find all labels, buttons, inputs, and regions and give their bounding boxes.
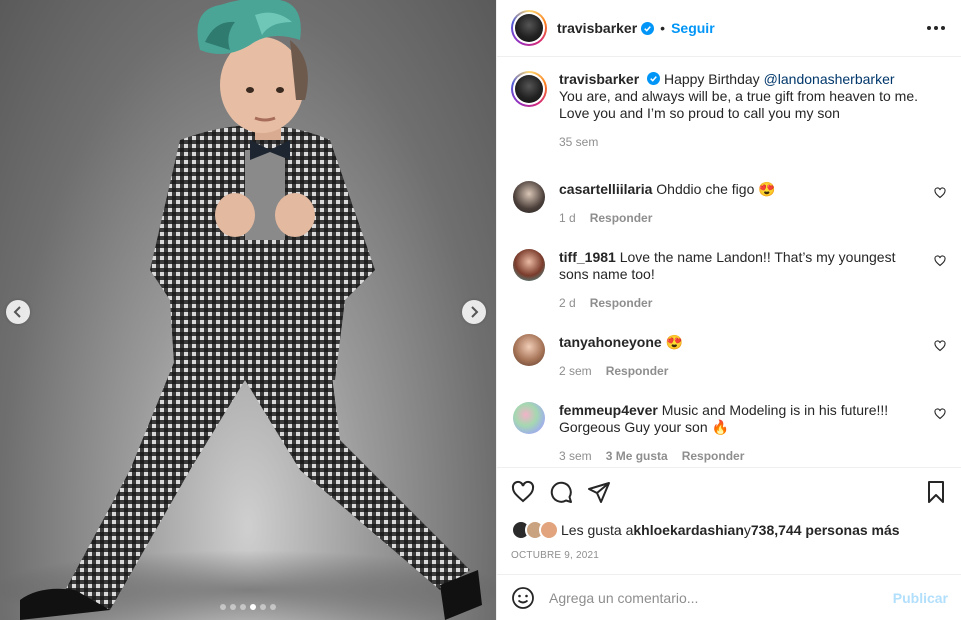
carousel-dot <box>230 604 236 610</box>
carousel-dot-active <box>250 604 256 610</box>
post-caption: travisbarker Happy Birthday @landonasher… <box>511 71 946 151</box>
post-date[interactable]: OCTUBRE 9, 2021 <box>511 550 948 561</box>
author-avatar[interactable] <box>511 10 547 46</box>
comment-likes[interactable]: 3 Me gusta <box>606 448 668 465</box>
follow-button[interactable]: Seguir <box>671 20 715 36</box>
comment-item: tiff_1981 Love the name Landon!! That’s … <box>511 249 946 312</box>
reply-button[interactable]: Responder <box>590 210 653 227</box>
caption-mention[interactable]: @landonasherbarker <box>764 71 895 87</box>
verified-badge-icon <box>641 21 655 35</box>
comments-list[interactable]: travisbarker Happy Birthday @landonasher… <box>497 57 961 467</box>
comment-text: 😍 <box>665 334 684 350</box>
chevron-right-icon <box>471 306 479 318</box>
caption-greeting: Happy Birthday <box>663 71 764 87</box>
publish-button[interactable]: Publicar <box>893 590 948 606</box>
comment-item: femmeup4ever Music and Modeling is in hi… <box>511 402 946 465</box>
likes-prefix: Les gusta a <box>561 522 634 538</box>
more-options-button[interactable] <box>927 26 945 30</box>
carousel-dot <box>220 604 226 610</box>
post-photo <box>0 0 496 620</box>
comment-time[interactable]: 3 sem <box>559 448 592 465</box>
caption-time[interactable]: 35 sem <box>559 134 598 151</box>
carousel-dot <box>260 604 266 610</box>
comment-username[interactable]: casartelliilaria <box>559 181 652 197</box>
likes-summary[interactable]: Les gusta a khloekardashian y 738,744 pe… <box>511 516 948 544</box>
author-username[interactable]: travisbarker <box>557 20 637 36</box>
post-actions: Les gusta a khloekardashian y 738,744 pe… <box>497 467 961 574</box>
comment-username[interactable]: femmeup4ever <box>559 402 658 418</box>
caption-avatar[interactable] <box>511 71 547 107</box>
comment-avatar[interactable] <box>513 334 545 366</box>
liker-avatars <box>511 520 559 540</box>
comment-time[interactable]: 2 d <box>559 295 576 312</box>
likes-count[interactable]: 738,744 personas más <box>751 522 900 538</box>
likes-middle: y <box>743 522 751 538</box>
carousel-next-button[interactable] <box>462 300 486 324</box>
comment-time[interactable]: 2 sem <box>559 363 592 380</box>
comment-avatar[interactable] <box>513 402 545 434</box>
comment-time[interactable]: 1 d <box>559 210 576 227</box>
reply-button[interactable]: Responder <box>682 448 745 465</box>
save-icon[interactable] <box>924 480 948 504</box>
reply-button[interactable]: Responder <box>606 363 669 380</box>
comment-item: casartelliilaria Ohddio che figo 😍 1 d Re… <box>511 181 946 227</box>
carousel-prev-button[interactable] <box>6 300 30 324</box>
likes-first-user[interactable]: khloekardashian <box>633 522 744 538</box>
like-icon[interactable] <box>511 480 535 504</box>
comment-text: Ohddio che figo 😍 <box>656 181 776 197</box>
caption-text: You are, and always will be, a true gift… <box>559 88 919 121</box>
chevron-left-icon <box>13 306 21 318</box>
verified-badge-icon <box>647 72 661 85</box>
emoji-icon[interactable] <box>511 586 535 610</box>
post-media[interactable] <box>0 0 496 620</box>
comment-avatar[interactable] <box>513 249 545 281</box>
post-panel: travisbarker • Seguir travisbarker Happy… <box>496 0 961 620</box>
post-header: travisbarker • Seguir <box>497 0 961 57</box>
heart-icon[interactable] <box>934 340 946 352</box>
caption-username[interactable]: travisbarker <box>559 71 639 87</box>
more-options-icon <box>927 26 931 30</box>
comment-username[interactable]: tiff_1981 <box>559 249 616 265</box>
comment-input[interactable] <box>549 589 893 606</box>
header-separator: • <box>660 20 666 36</box>
heart-icon[interactable] <box>934 408 946 420</box>
heart-icon[interactable] <box>934 187 946 199</box>
heart-icon[interactable] <box>934 255 946 267</box>
share-icon[interactable] <box>587 480 611 504</box>
reply-button[interactable]: Responder <box>590 295 653 312</box>
comment-item: tanyahoneyone 😍 2 sem Responder <box>511 334 946 380</box>
comment-icon[interactable] <box>549 480 573 504</box>
comment-composer: Publicar <box>497 574 961 620</box>
comment-avatar[interactable] <box>513 181 545 213</box>
carousel-dot <box>240 604 246 610</box>
carousel-dot <box>270 604 276 610</box>
carousel-indicator <box>0 604 496 610</box>
comment-username[interactable]: tanyahoneyone <box>559 334 662 350</box>
